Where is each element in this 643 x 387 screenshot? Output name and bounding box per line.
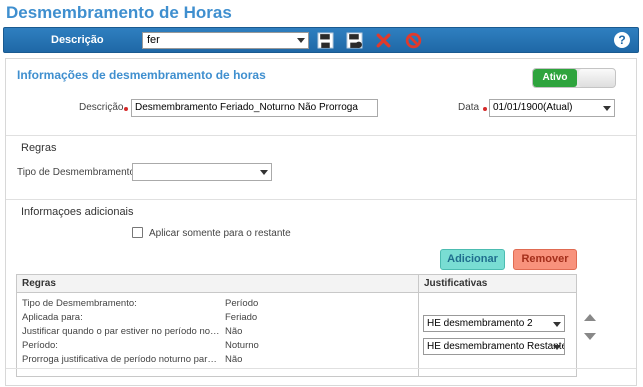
divider [6, 199, 636, 200]
grid-row-label: Tipo de Desmembramento: [22, 298, 137, 309]
grid-header-justificativas: Justificativas [424, 278, 488, 289]
description-search-value: fer [147, 34, 160, 46]
toggle-knob [579, 69, 615, 87]
save-icon[interactable] [317, 32, 334, 49]
justificativa-select-1-value: HE desmembramento 2 [427, 318, 533, 329]
grid-row-value: Período [225, 298, 259, 309]
form-panel: Informações de desmembramento de horas A… [5, 58, 637, 386]
description-search-select[interactable]: fer [142, 32, 309, 49]
chevron-down-icon [553, 322, 561, 327]
justificativa-select-2[interactable]: HE desmembramento Restante [423, 338, 565, 355]
required-marker [124, 107, 128, 111]
grid-row-label: Prorroga justificativa de período noturn… [22, 354, 222, 365]
data-select-value: 01/01/1900(Atual) [493, 102, 573, 113]
tipo-desmembramento-select[interactable] [132, 163, 272, 181]
page-title: Desmembramento de Horas [6, 3, 232, 22]
chevron-down-icon [553, 345, 561, 350]
save-as-icon[interactable] [346, 32, 363, 49]
grid-row-label: Aplicada para: [22, 312, 83, 323]
add-button[interactable]: Adicionar [440, 249, 505, 270]
top-toolbar: Descrição fer ? [3, 27, 639, 53]
tipo-desmembramento-label: Tipo de Desmembramento [17, 167, 136, 178]
chevron-down-icon [297, 38, 305, 43]
data-select[interactable]: 01/01/1900(Atual) [489, 99, 615, 117]
status-toggle[interactable]: Ativo [532, 68, 616, 88]
grid-column-separator [418, 275, 419, 376]
chevron-down-icon [603, 106, 611, 111]
divider [6, 368, 636, 369]
divider [6, 135, 636, 136]
page: Desmembramento de Horas Descrição fer ? … [0, 0, 643, 387]
move-up-icon[interactable] [584, 314, 596, 321]
help-icon[interactable]: ? [614, 32, 630, 48]
chevron-down-icon [260, 170, 268, 175]
delete-x-icon[interactable] [375, 32, 392, 49]
grid-row-value: Noturno [225, 340, 259, 351]
grid-row-value: Feriado [225, 312, 258, 323]
justificativa-select-2-value: HE desmembramento Restante [427, 341, 565, 352]
grid-header-regras: Regras [22, 278, 56, 289]
aplicar-restante-label: Aplicar somente para o restante [149, 228, 291, 239]
descricao-label: Descrição [79, 102, 124, 113]
grid-row-value: Não [225, 326, 243, 337]
data-label: Data [458, 102, 480, 113]
grid-row-label: Justificar quando o par estiver no perío… [22, 326, 222, 337]
status-toggle-label: Ativo [533, 69, 577, 87]
informacoes-adicionais-title: Informaçoes adicionais [21, 206, 134, 218]
descricao-input[interactable]: Desmembramento Feriado_Noturno Não Prorr… [131, 99, 378, 117]
grid-header: Regras Justificativas [17, 275, 576, 293]
aplicar-restante-checkbox[interactable] [132, 227, 143, 238]
justificativa-select-1[interactable]: HE desmembramento 2 [423, 315, 565, 332]
rules-grid: Regras Justificativas Tipo de Desmembram… [16, 274, 577, 377]
cancel-icon[interactable] [405, 32, 422, 49]
move-down-icon[interactable] [584, 333, 596, 340]
remove-button[interactable]: Remover [513, 249, 577, 270]
toolbar-description-label: Descrição [51, 34, 104, 46]
section-title-info: Informações de desmembramento de horas [17, 68, 266, 82]
required-marker [483, 107, 487, 111]
grid-row-value: Não [225, 354, 243, 365]
regras-title: Regras [21, 142, 57, 154]
grid-row-label: Período: [22, 340, 58, 351]
